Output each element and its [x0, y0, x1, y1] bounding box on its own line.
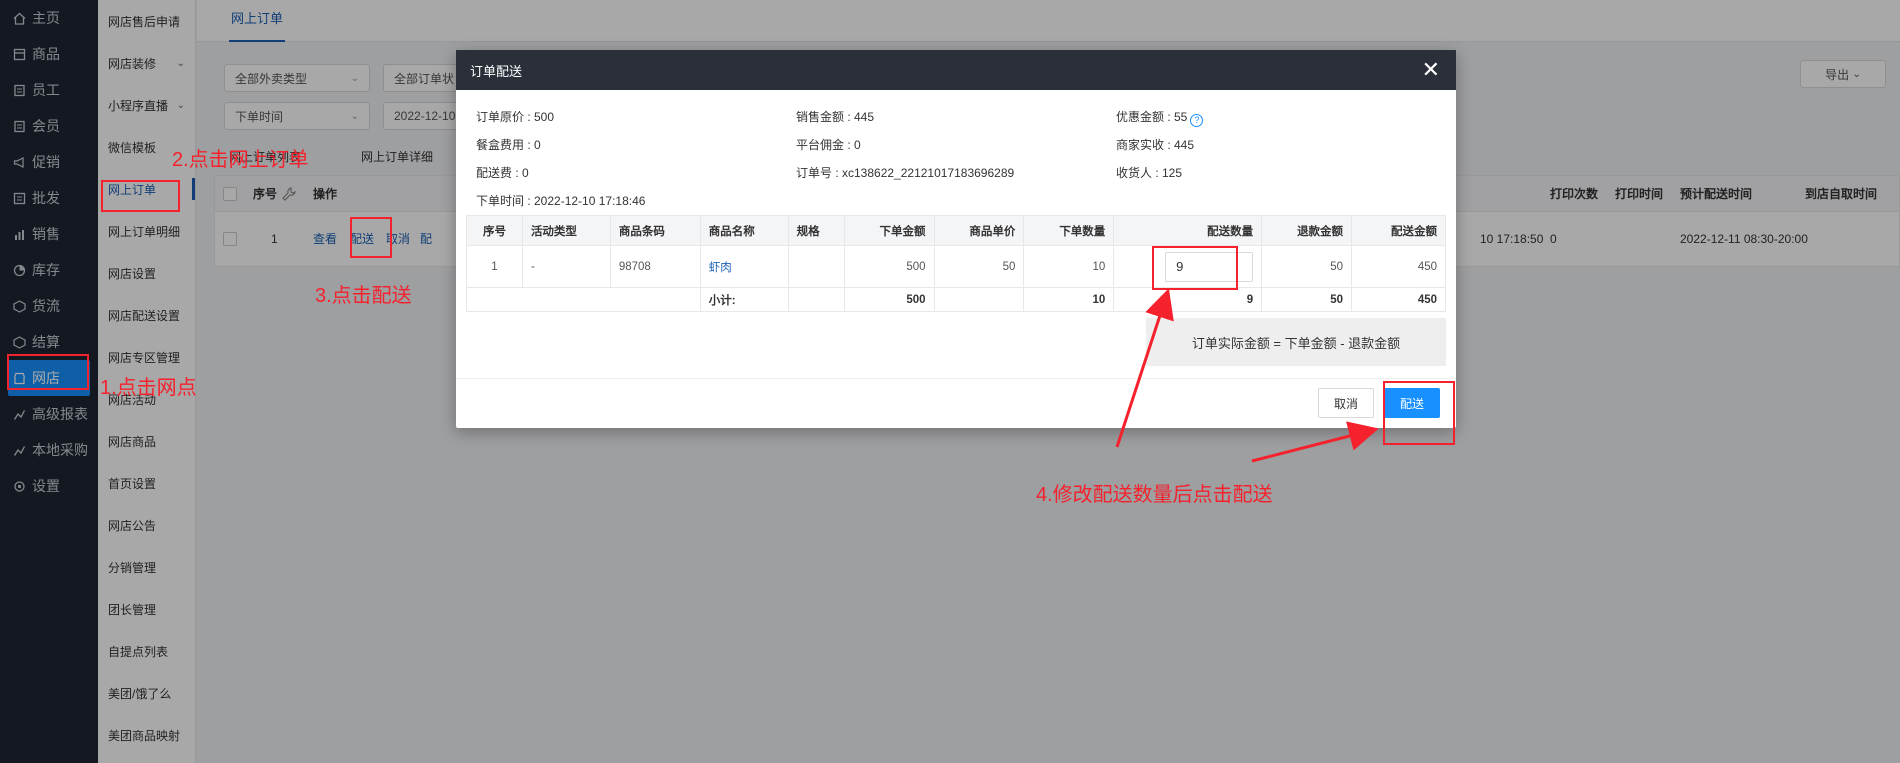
cancel-button[interactable]: 取消 — [1318, 388, 1374, 418]
cell-empty — [787, 287, 845, 312]
th-name: 商品名称 — [699, 215, 789, 246]
cell-barcode: 98708 — [609, 245, 701, 288]
box-fee: 餐盒费用 : 0 — [476, 138, 541, 152]
annotation-box-deliver-link — [350, 217, 392, 258]
cell-seq: 1 — [466, 245, 523, 288]
annotation-box-online-orders — [101, 180, 180, 212]
cell-activity: - — [521, 245, 611, 288]
subtotal-deliver-qty: 9 — [1113, 287, 1263, 312]
cell-empty — [466, 287, 701, 312]
receiver: 收货人 : 125 — [1116, 166, 1183, 180]
th-deliver-qty: 配送数量 — [1113, 215, 1263, 246]
dialog-footer-divider — [456, 378, 1456, 379]
discount-wrap: 优惠金额 : 55? — [1116, 108, 1204, 127]
delivery-fee: 配送费 : 0 — [476, 166, 529, 180]
discount-amount: 优惠金额 : 55 — [1116, 110, 1188, 124]
platform-fee: 平台佣金 : 0 — [796, 138, 861, 152]
order-number: 订单号 : xc138622_22121017183696289 — [796, 166, 1015, 180]
annotation-step3: 3.点击配送 — [315, 285, 412, 307]
th-spec: 规格 — [787, 215, 845, 246]
th-order-amount: 下单金额 — [843, 215, 935, 246]
annotation-box-deliver-button — [1383, 381, 1455, 445]
subtotal-label: 小计: — [699, 287, 789, 312]
cell-deliver-amount: 450 — [1351, 245, 1446, 288]
merchant-income: 商家实收 : 445 — [1116, 138, 1195, 152]
subtotal-refund: 50 — [1261, 287, 1353, 312]
subtotal-order-qty: 10 — [1023, 287, 1115, 312]
th-activity: 活动类型 — [521, 215, 611, 246]
delivery-dialog: 订单配送 ✕ 订单原价 : 500 销售金额 : 445 优惠金额 : 55? … — [456, 50, 1456, 428]
annotation-box-qty-input — [1152, 246, 1238, 290]
annotation-step4: 4.修改配送数量后点击配送 — [1036, 484, 1273, 506]
table-row: 1 - 98708 虾肉 500 50 10 9 50 450 — [466, 245, 1446, 288]
cell-spec — [787, 245, 845, 288]
cell-unit-price: 50 — [933, 245, 1025, 288]
product-name-link[interactable]: 虾肉 — [709, 262, 732, 274]
annotation-step2: 2.点击网上订单 — [172, 149, 309, 171]
th-order-qty: 下单数量 — [1023, 215, 1115, 246]
orig-price: 订单原价 : 500 — [476, 110, 555, 124]
th-seq: 序号 — [466, 215, 523, 246]
amount-formula-note: 订单实际金额 = 下单金额 - 退款金额 — [1146, 318, 1446, 366]
cell-order-qty: 10 — [1023, 245, 1115, 288]
delivery-items-table: 序号 活动类型 商品条码 商品名称 规格 下单金额 商品单价 下单数量 配送数量… — [466, 215, 1446, 312]
sales-amount: 销售金额 : 445 — [796, 110, 875, 124]
subtotal-order-amount: 500 — [843, 287, 935, 312]
dialog-title: 订单配送 — [470, 63, 523, 79]
cell-order-amount: 500 — [843, 245, 935, 288]
cell-name: 虾肉 — [699, 245, 789, 288]
table-header-row: 序号 活动类型 商品条码 商品名称 规格 下单金额 商品单价 下单数量 配送数量… — [466, 215, 1446, 246]
cell-empty — [933, 287, 1025, 312]
th-unit-price: 商品单价 — [933, 215, 1025, 246]
dialog-header: 订单配送 ✕ — [456, 50, 1456, 90]
th-refund: 退款金额 — [1261, 215, 1353, 246]
annotation-box-shop — [7, 354, 89, 390]
th-deliver-amount: 配送金额 — [1351, 215, 1446, 246]
subtotal-deliver-amount: 450 — [1351, 287, 1446, 312]
cell-refund: 50 — [1261, 245, 1353, 288]
order-time: 下单时间 : 2022-12-10 17:18:46 — [476, 194, 646, 208]
help-icon[interactable]: ? — [1190, 113, 1204, 127]
th-barcode: 商品条码 — [609, 215, 701, 246]
annotation-step1: 1.点击网点 — [100, 377, 197, 399]
close-icon[interactable]: ✕ — [1422, 59, 1440, 81]
subtotal-row: 小计: 500 10 9 50 450 — [466, 287, 1446, 312]
